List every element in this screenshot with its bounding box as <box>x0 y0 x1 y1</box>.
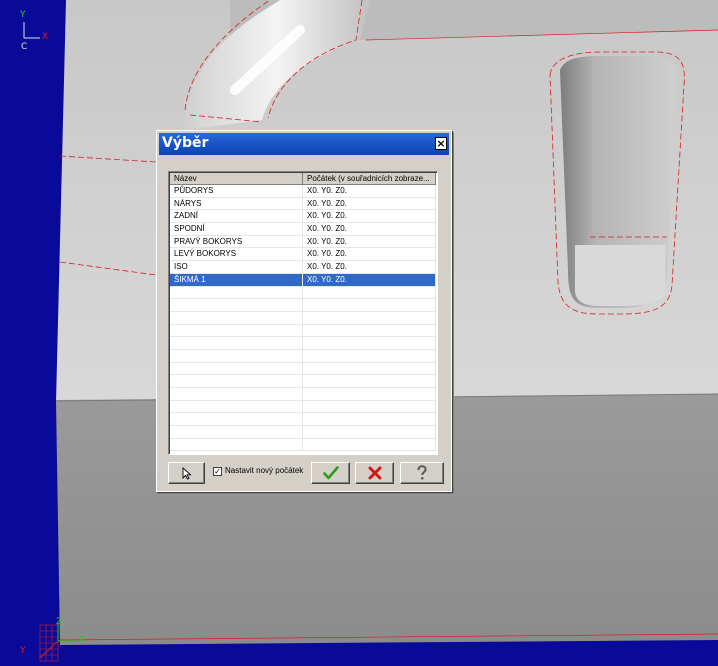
list-item-origin <box>303 400 436 413</box>
list-item-name: PRAVÝ BOKORYS <box>170 235 303 248</box>
list-item-name <box>170 299 303 311</box>
list-item-origin <box>303 337 436 349</box>
help-button[interactable] <box>400 462 444 484</box>
column-header-origin[interactable]: Počátek (v souřadnicích zobraze... <box>303 173 436 185</box>
set-new-origin-checkbox[interactable]: ✓ <box>213 467 222 476</box>
list-item-name: SPODNÍ <box>170 223 303 235</box>
list-item-origin <box>303 311 436 324</box>
list-item <box>170 438 436 452</box>
cancel-button[interactable] <box>355 462 394 484</box>
checkbox-check-icon: ✓ <box>214 467 221 476</box>
list-item-name <box>170 324 303 337</box>
list-item-name <box>170 337 303 349</box>
list-item <box>170 299 436 312</box>
selection-dialog: Výběr × Název Počátek (v souřadnicích zo… <box>156 130 452 492</box>
cursor-arrow-icon <box>182 466 192 480</box>
list-item-name: LEVÝ BOKORYS <box>170 248 303 261</box>
list-item-origin: X0. Y0. Z0. <box>303 223 436 235</box>
list-item-origin: X0. Y0. Z0. <box>303 248 436 261</box>
view-list[interactable]: Název Počátek (v souřadnicích zobraze...… <box>168 171 438 455</box>
close-icon: × <box>436 137 446 150</box>
list-item-name <box>170 375 303 387</box>
ok-button[interactable] <box>311 462 350 484</box>
list-item-origin: X0. Y0. Z0. <box>303 273 436 286</box>
axis-c-label-top: C <box>21 42 28 52</box>
axis-y-label-bottom: Y <box>20 646 26 656</box>
list-item[interactable]: ZADNÍ X0. Y0. Z0. <box>170 210 436 224</box>
axis-x-label-top: X <box>42 32 49 42</box>
list-item-name <box>170 413 303 426</box>
dialog-titlebar[interactable]: Výběr × <box>159 133 449 155</box>
checkmark-icon <box>322 466 339 480</box>
list-item <box>170 349 436 363</box>
close-button[interactable]: × <box>435 137 447 150</box>
list-item-name <box>170 388 303 400</box>
list-item-origin <box>303 286 436 299</box>
list-item <box>170 286 436 300</box>
list-item[interactable]: PRAVÝ BOKORYS X0. Y0. Z0. <box>170 235 436 249</box>
list-item-origin <box>303 324 436 337</box>
list-item-origin <box>303 375 436 387</box>
list-item-name: PŮDORYS <box>170 185 303 197</box>
list-item[interactable]: SPODNÍ X0. Y0. Z0. <box>170 223 436 236</box>
list-item-origin <box>303 388 436 400</box>
list-item-origin <box>303 438 436 451</box>
list-item-origin: X0. Y0. Z0. <box>303 210 436 223</box>
list-item-name <box>170 349 303 362</box>
axis-z-label-bottom: Z <box>56 617 63 627</box>
column-header-name[interactable]: Název <box>170 173 303 185</box>
list-item-name <box>170 311 303 324</box>
list-item-origin: X0. Y0. Z0. <box>303 185 436 197</box>
list-item <box>170 388 436 401</box>
list-item-origin <box>303 299 436 311</box>
list-item-name <box>170 400 303 413</box>
list-item <box>170 375 436 388</box>
list-item-name: NÁRYS <box>170 197 303 210</box>
dialog-title: Výběr <box>162 135 209 151</box>
set-new-origin-label: Nastavit nový počátek <box>225 466 304 475</box>
question-icon <box>417 465 427 480</box>
list-item-origin: X0. Y0. Z0. <box>303 197 436 210</box>
list-item[interactable]: ŠIKMÁ 1 X0. Y0. Z0. <box>170 273 436 287</box>
dialog-button-bar: ✓ Nastavit nový počátek <box>168 462 446 484</box>
list-item-origin: X0. Y0. Z0. <box>303 261 436 273</box>
list-item-name <box>170 362 303 375</box>
list-item <box>170 311 436 325</box>
axis-y-label-top: Y <box>20 10 26 20</box>
list-item-origin <box>303 349 436 362</box>
select-origin-button[interactable] <box>168 462 205 484</box>
list-item[interactable]: PŮDORYS X0. Y0. Z0. <box>170 185 436 198</box>
list-item <box>170 337 436 350</box>
x-icon <box>368 466 381 480</box>
list-item-name <box>170 426 303 438</box>
list-item-name: ISO <box>170 261 303 273</box>
list-item-name: ŠIKMÁ 1 <box>170 273 303 286</box>
axis-x-label-bottom: X <box>79 635 86 645</box>
list-item-origin <box>303 426 436 438</box>
list-item[interactable]: NÁRYS X0. Y0. Z0. <box>170 197 436 211</box>
list-item-origin <box>303 362 436 375</box>
list-header: Název Počátek (v souřadnicích zobraze... <box>170 173 436 185</box>
list-rows: PŮDORYS X0. Y0. Z0. NÁRYS X0. Y0. Z0. ZADNÍ X… <box>170 185 436 453</box>
list-item-name: ZADNÍ <box>170 210 303 223</box>
list-item-origin <box>303 413 436 426</box>
list-item-name <box>170 438 303 451</box>
list-item <box>170 400 436 414</box>
list-item-name <box>170 286 303 299</box>
list-item[interactable]: LEVÝ BOKORYS X0. Y0. Z0. <box>170 248 436 262</box>
list-item <box>170 413 436 427</box>
list-item[interactable]: ISO X0. Y0. Z0. <box>170 261 436 274</box>
list-item <box>170 426 436 439</box>
list-item-origin: X0. Y0. Z0. <box>303 235 436 248</box>
list-item <box>170 362 436 376</box>
list-item <box>170 324 436 338</box>
